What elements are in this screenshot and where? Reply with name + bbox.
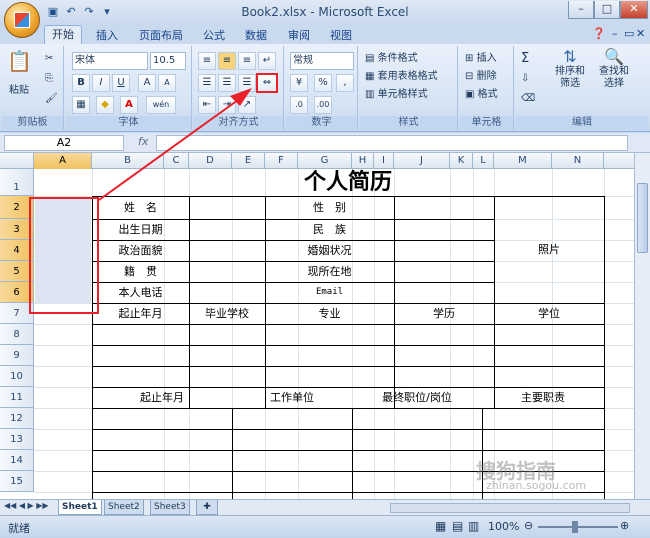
office-logo-icon [14,12,30,28]
office-button[interactable] [4,2,40,38]
arrow-line [98,99,239,201]
watermark-url: zhinan.sogou.com [486,479,587,492]
